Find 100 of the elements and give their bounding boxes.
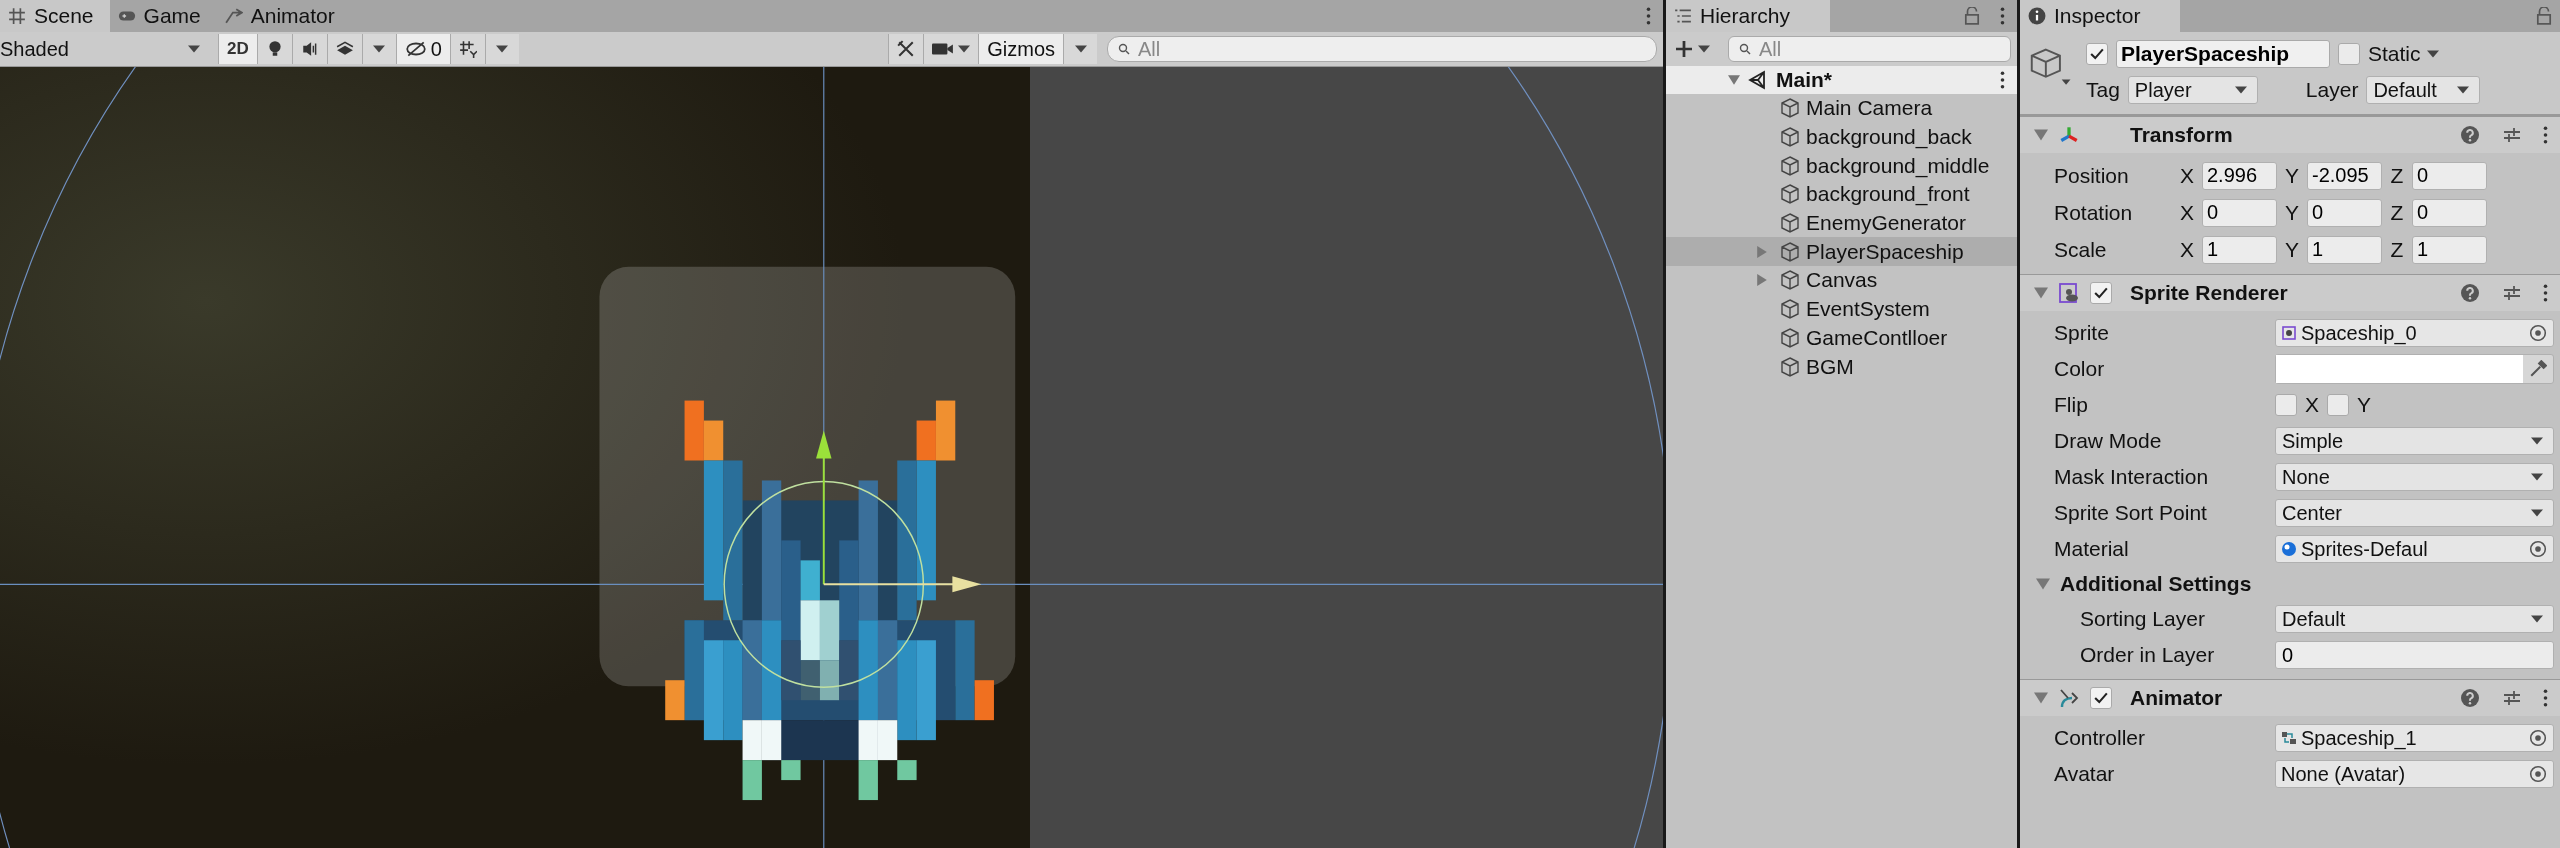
hierarchy-tab[interactable]: Hierarchy: [1666, 0, 1830, 32]
camera-button[interactable]: [923, 34, 979, 64]
presets-icon[interactable]: [2503, 284, 2521, 302]
grid-snap-button[interactable]: [449, 34, 485, 64]
grid-dropdown[interactable]: [484, 34, 519, 64]
section-title[interactable]: Additional Settings: [2060, 572, 2252, 596]
color-swatch[interactable]: [2276, 355, 2523, 383]
object-field[interactable]: None (Avatar): [2275, 760, 2554, 788]
axis-label[interactable]: Y: [2283, 237, 2301, 262]
component-header[interactable]: Transform: [2020, 116, 2560, 153]
number-field[interactable]: -2.095: [2307, 161, 2382, 190]
axis-label[interactable]: X: [2178, 163, 2196, 188]
collapse-arrow-icon[interactable]: [1728, 74, 1741, 86]
layer-dropdown[interactable]: Default: [2366, 76, 2481, 104]
object-picker-icon[interactable]: [2529, 324, 2547, 342]
flip-y-checkbox[interactable]: [2327, 394, 2349, 416]
number-field[interactable]: 0: [2275, 641, 2554, 669]
static-checkbox[interactable]: [2338, 43, 2360, 65]
tag-dropdown[interactable]: Player: [2127, 76, 2258, 104]
hierarchy-item[interactable]: PlayerSpaceship: [1666, 237, 2017, 267]
expand-arrow-icon[interactable]: [1756, 274, 1769, 287]
hidden-objects-button[interactable]: 0: [395, 34, 450, 64]
axis-label[interactable]: X: [2178, 200, 2196, 225]
gizmos-button[interactable]: Gizmos: [978, 34, 1064, 64]
scene-tab[interactable]: Scene: [0, 0, 110, 32]
dropdown[interactable]: Center: [2275, 499, 2554, 527]
hierarchy-item[interactable]: BGM: [1666, 352, 2017, 381]
object-picker-icon[interactable]: [2529, 765, 2547, 783]
collapse-arrow-icon[interactable]: [2036, 577, 2050, 591]
presets-icon[interactable]: [2503, 689, 2521, 707]
presets-icon[interactable]: [2503, 126, 2521, 144]
more-icon[interactable]: [1646, 7, 1652, 25]
property-label: Material: [2054, 537, 2130, 561]
component-enabled-checkbox[interactable]: [2090, 687, 2112, 709]
dropdown[interactable]: None: [2275, 463, 2554, 491]
number-field[interactable]: 1: [2412, 235, 2487, 264]
hierarchy-item[interactable]: EventSystem: [1666, 294, 2017, 324]
component-enabled-checkbox[interactable]: [2090, 282, 2112, 304]
number-field[interactable]: 0: [2412, 161, 2487, 190]
tools-button[interactable]: [888, 34, 924, 64]
hierarchy-item[interactable]: background_front: [1666, 180, 2017, 209]
inspector-tab[interactable]: Inspector: [2020, 0, 2181, 32]
help-icon[interactable]: [2461, 126, 2479, 144]
object-field[interactable]: Spaceship_1: [2275, 724, 2554, 752]
dropdown[interactable]: Default: [2275, 605, 2554, 633]
hidden-eye-icon: [404, 41, 427, 57]
more-icon[interactable]: [2543, 284, 2548, 302]
axis-label[interactable]: Z: [2388, 200, 2406, 225]
more-icon[interactable]: [2543, 689, 2548, 707]
audio-button[interactable]: [291, 34, 327, 64]
hierarchy-item[interactable]: Main Camera: [1666, 94, 2017, 123]
number-field[interactable]: 1: [2307, 235, 2382, 264]
flip-x-checkbox[interactable]: [2275, 394, 2297, 416]
number-field[interactable]: 1: [2202, 235, 2277, 264]
help-icon[interactable]: [2461, 284, 2479, 302]
axis-label[interactable]: Z: [2388, 237, 2406, 262]
active-checkbox[interactable]: [2086, 43, 2108, 65]
object-picker-icon[interactable]: [2529, 540, 2547, 558]
number-field[interactable]: 0: [2202, 198, 2277, 227]
caret-icon: [2531, 509, 2543, 517]
more-icon[interactable]: [2000, 7, 2005, 25]
component-header[interactable]: Animator: [2020, 679, 2560, 716]
hierarchy-item[interactable]: Canvas: [1666, 266, 2017, 295]
lighting-button[interactable]: [256, 34, 292, 64]
scene-tab[interactable]: Animator: [216, 0, 351, 32]
collapse-arrow-icon[interactable]: [2034, 128, 2048, 142]
axis-label[interactable]: X: [2178, 237, 2196, 262]
object-name-field[interactable]: PlayerSpaceship: [2116, 40, 2330, 68]
object-field[interactable]: Sprites-Defaul: [2275, 535, 2554, 563]
dropdown[interactable]: Simple: [2275, 427, 2554, 455]
number-field[interactable]: 0: [2307, 198, 2382, 227]
scene-row[interactable]: Main*: [1666, 66, 2017, 94]
collapse-arrow-icon[interactable]: [2034, 286, 2048, 300]
checkmark-icon: [2094, 692, 2108, 704]
object-picker-icon[interactable]: [2529, 729, 2547, 747]
object-field[interactable]: Spaceship_0: [2275, 319, 2554, 347]
more-icon[interactable]: [2000, 71, 2005, 89]
effects-dropdown[interactable]: [361, 34, 396, 64]
sphere-icon: [2281, 541, 2297, 557]
lock-icon[interactable]: [1964, 7, 1980, 25]
component-header[interactable]: Sprite Renderer: [2020, 274, 2560, 311]
gizmos-dropdown[interactable]: [1063, 34, 1098, 64]
more-icon[interactable]: [2543, 126, 2548, 144]
scene-tab[interactable]: Game: [109, 0, 217, 32]
hierarchy-item[interactable]: EnemyGenerator: [1666, 208, 2017, 238]
hierarchy-item[interactable]: background_middle: [1666, 151, 2017, 181]
axis-label[interactable]: Y: [2283, 200, 2301, 225]
axis-label[interactable]: Y: [2283, 163, 2301, 188]
number-field[interactable]: 2.996: [2202, 161, 2277, 190]
hierarchy-item[interactable]: background_back: [1666, 122, 2017, 152]
collapse-arrow-icon[interactable]: [2034, 691, 2048, 705]
number-field[interactable]: 0: [2412, 198, 2487, 227]
effects-button[interactable]: [326, 34, 362, 64]
lock-icon[interactable]: [2536, 7, 2552, 25]
help-icon[interactable]: [2461, 689, 2479, 707]
hierarchy-item[interactable]: GameContlloer: [1666, 323, 2017, 353]
draw-mode-dropdown[interactable]: Shaded: [0, 35, 210, 63]
static-dropdown[interactable]: Static: [2368, 42, 2439, 66]
axis-label[interactable]: Z: [2388, 163, 2406, 188]
2d-toggle[interactable]: 2D: [218, 34, 257, 64]
